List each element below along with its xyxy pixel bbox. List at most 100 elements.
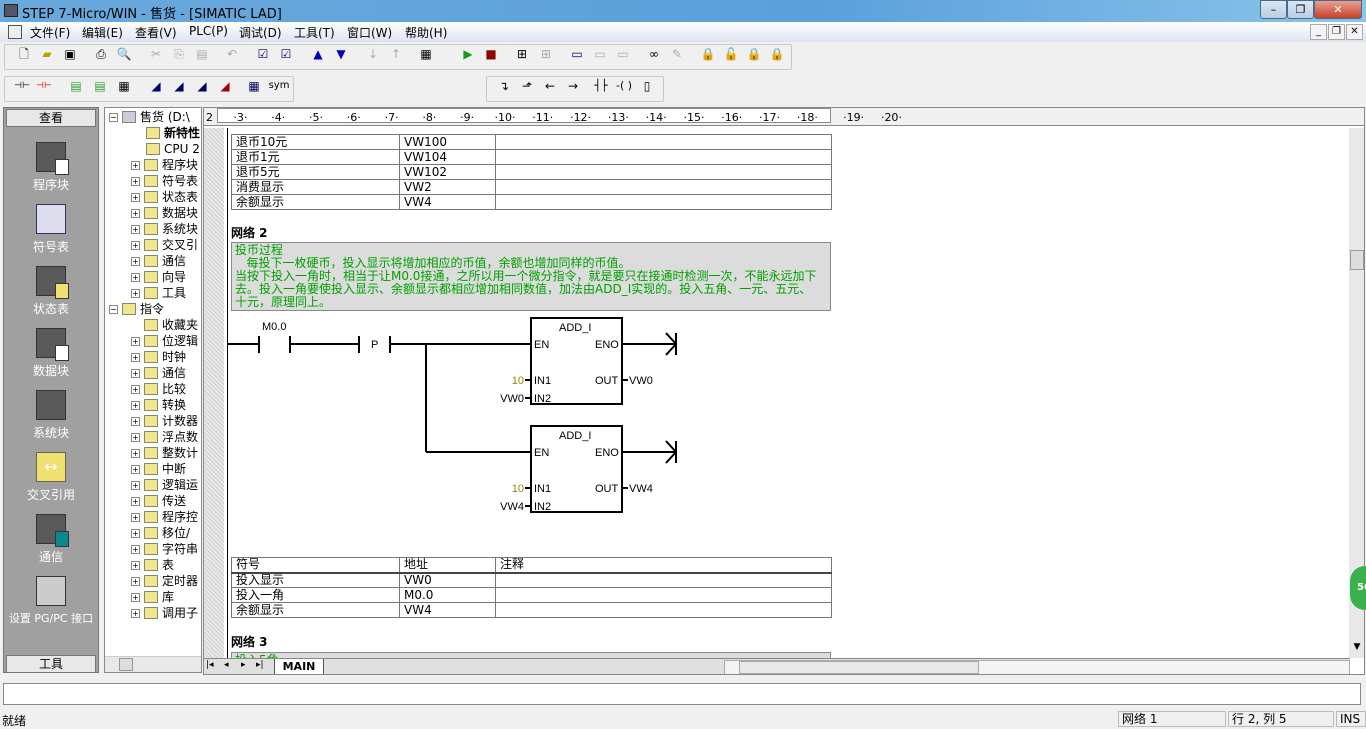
- in2-value[interactable]: VW0: [500, 393, 524, 405]
- single-read-icon[interactable]: ▭: [591, 45, 609, 63]
- tree-item[interactable]: + 系统块: [131, 221, 198, 237]
- sym-icon[interactable]: sym: [267, 77, 291, 95]
- in2-value[interactable]: VW4: [500, 501, 524, 513]
- table-cell[interactable]: 退币1元: [231, 149, 400, 165]
- options-icon[interactable]: ▦: [417, 45, 435, 63]
- tree-instruction-item[interactable]: + 比较: [131, 381, 186, 397]
- tree-item[interactable]: + 向导: [131, 269, 186, 285]
- tree-root[interactable]: − 售货 (D:\: [109, 109, 190, 125]
- network-2-title[interactable]: 网络 2: [231, 224, 268, 241]
- out-value[interactable]: VW4: [629, 483, 653, 495]
- table-cell[interactable]: 余额显示: [231, 602, 400, 618]
- line-right-icon[interactable]: →: [564, 77, 582, 95]
- bookmark-prev-icon[interactable]: ◢: [193, 77, 211, 95]
- cut-icon[interactable]: ✂: [147, 45, 165, 63]
- network-2-comment[interactable]: 投币过程 每投下一枚硬币，投入显示将增加相应的币值，余额也增加同样的币值。 当按…: [231, 242, 831, 311]
- download-icon[interactable]: ▼: [332, 45, 350, 63]
- write-all-icon[interactable]: ▭: [614, 45, 632, 63]
- tree-item[interactable]: + 状态表: [131, 189, 198, 205]
- unforce-icon[interactable]: ✎: [668, 45, 686, 63]
- nav-tools-header[interactable]: 工具: [6, 655, 96, 673]
- print-icon[interactable]: ⎙: [92, 45, 110, 63]
- new-icon[interactable]: 🗋: [15, 45, 33, 63]
- tree-instruction-item[interactable]: + 库: [131, 589, 174, 605]
- nav-view-header[interactable]: 查看: [6, 109, 96, 127]
- table-cell[interactable]: VW4: [399, 602, 496, 618]
- table-cell[interactable]: 退币10元: [231, 134, 400, 150]
- delete-network-icon[interactable]: ⊣⊢: [35, 77, 53, 95]
- table-cell[interactable]: 退币5元: [231, 164, 400, 180]
- tab-last-button[interactable]: ▸|: [256, 660, 264, 670]
- menu-tools[interactable]: 工具(T): [294, 24, 335, 41]
- program-status-icon[interactable]: ⊞: [513, 45, 531, 63]
- tree-instruction-item[interactable]: + 传送: [131, 493, 186, 509]
- tree-item[interactable]: CPU 2: [133, 141, 200, 157]
- table-cell[interactable]: 投入一角: [231, 587, 400, 603]
- table-cell[interactable]: 投入显示: [231, 572, 400, 588]
- table-cell[interactable]: [495, 149, 832, 165]
- table-cell[interactable]: [495, 134, 832, 150]
- scroll-thumb[interactable]: [739, 661, 979, 674]
- mdi-minimize-button[interactable]: _: [1310, 24, 1327, 40]
- box-icon[interactable]: ▯: [638, 77, 656, 95]
- nav-status-chart[interactable]: 状态表: [4, 266, 98, 317]
- menu-view[interactable]: 查看(V): [135, 24, 177, 41]
- nav-symbol-table[interactable]: 符号表: [4, 204, 98, 255]
- contact-address[interactable]: M0.0: [262, 321, 286, 333]
- contact-icon[interactable]: ┤├: [592, 77, 610, 95]
- mdi-restore-button[interactable]: ❐: [1328, 24, 1345, 40]
- out-value[interactable]: VW0: [629, 375, 653, 387]
- nav-communications[interactable]: 通信: [4, 514, 98, 565]
- compile-icon[interactable]: ☑: [254, 45, 272, 63]
- tree-instruction-item[interactable]: + 字符串: [131, 541, 198, 557]
- paste-icon[interactable]: ▤: [193, 45, 211, 63]
- nav-system-block[interactable]: 系统块: [4, 390, 98, 441]
- table-cell[interactable]: VW2: [399, 179, 496, 195]
- scroll-down-button[interactable]: ▼: [1349, 642, 1364, 658]
- table-cell[interactable]: VW0: [399, 572, 496, 588]
- bookmark-clear-icon[interactable]: ◢: [216, 77, 234, 95]
- menu-help[interactable]: 帮助(H): [405, 24, 447, 41]
- table-cell[interactable]: VW4: [399, 194, 496, 210]
- tree-item[interactable]: + 工具: [131, 285, 186, 301]
- close-button[interactable]: ✕: [1314, 0, 1362, 19]
- table-cell[interactable]: VW102: [399, 164, 496, 180]
- table-cell[interactable]: VW100: [399, 134, 496, 150]
- tree-item[interactable]: + 程序块: [131, 157, 198, 173]
- print-preview-icon[interactable]: 🔍: [115, 45, 133, 63]
- sort-desc-icon[interactable]: ↑: [387, 45, 405, 63]
- tab-prev-button[interactable]: ◂: [224, 660, 229, 670]
- tab-main[interactable]: MAIN: [274, 659, 324, 674]
- table-cell[interactable]: M0.0: [399, 587, 496, 603]
- nav-program-block[interactable]: 程序块: [4, 142, 98, 193]
- tree-item[interactable]: + 交叉引: [131, 237, 198, 253]
- editor-hscrollbar[interactable]: [724, 660, 1350, 674]
- tree-instruction-item[interactable]: + 调用子: [131, 605, 198, 621]
- lock-icon[interactable]: 🔒: [699, 45, 717, 63]
- menu-edit[interactable]: 编辑(E): [82, 24, 123, 41]
- compile-all-icon[interactable]: ☑: [277, 45, 295, 63]
- tree-item[interactable]: + 数据块: [131, 205, 198, 221]
- toggle-comment-icon[interactable]: ▤: [91, 77, 109, 95]
- tree-instruction-item[interactable]: + 整数计: [131, 445, 198, 461]
- glasses-icon[interactable]: ∞: [645, 45, 663, 63]
- tree-item[interactable]: 新特性: [133, 125, 200, 141]
- network-3-title[interactable]: 网络 3: [231, 633, 268, 650]
- unlock-icon[interactable]: 🔓: [722, 45, 740, 63]
- tree-instruction-item[interactable]: + 浮点数: [131, 429, 198, 445]
- tree-item[interactable]: + 符号表: [131, 173, 198, 189]
- force-lock-icon[interactable]: 🔒: [745, 45, 763, 63]
- nav-data-block[interactable]: 数据块: [4, 328, 98, 379]
- table-cell[interactable]: [495, 194, 832, 210]
- save-all-icon[interactable]: ▣: [61, 45, 79, 63]
- scroll-thumb[interactable]: [119, 658, 133, 671]
- stop-icon[interactable]: ■: [482, 45, 500, 63]
- line-up-icon[interactable]: ⬏: [518, 77, 536, 95]
- scroll-thumb[interactable]: [1350, 250, 1364, 270]
- open-icon[interactable]: ▰: [38, 45, 56, 63]
- tree-instructions[interactable]: − 指令: [109, 301, 164, 317]
- output-window[interactable]: [3, 683, 1361, 705]
- tree-instruction-item[interactable]: 收藏夹: [131, 317, 198, 333]
- coil-icon[interactable]: -( ): [615, 77, 633, 95]
- insert-network-icon[interactable]: ⊣⊢: [13, 77, 31, 95]
